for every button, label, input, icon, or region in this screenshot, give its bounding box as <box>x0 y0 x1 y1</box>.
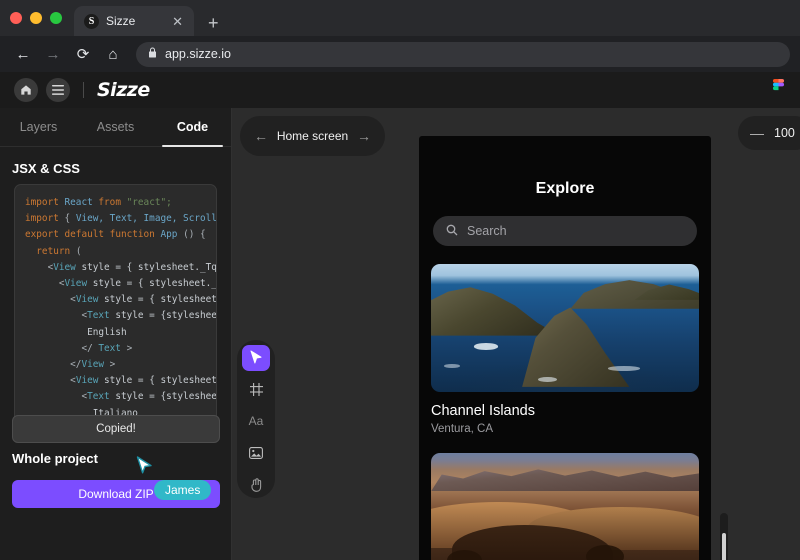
phone-preview[interactable]: Explore Search Channel Islands Ventura, … <box>419 136 711 560</box>
code-line: <View style = { stylesheet._Tq0_r <box>25 261 217 273</box>
code-line: <View style = { stylesheet._o8_ <box>25 375 217 387</box>
tab-title: Sizze <box>106 14 136 28</box>
minimize-window-button[interactable] <box>30 12 42 24</box>
current-screen-name: Home screen <box>276 129 349 143</box>
address-bar[interactable]: app.sizze.io <box>136 41 790 67</box>
island-photo <box>431 264 699 392</box>
tab-code[interactable]: Code <box>154 108 231 147</box>
window-controls <box>10 0 74 36</box>
collaborator-name-label: James <box>154 480 212 500</box>
tab-code-label: Code <box>176 120 209 134</box>
code-line: <View style = { stylesheet._8NT <box>25 278 217 290</box>
next-screen-button[interactable]: → <box>357 128 371 144</box>
tab-layers-label: Layers <box>19 120 58 134</box>
new-tab-button[interactable]: + <box>208 14 219 32</box>
tab-layers[interactable]: Layers <box>0 108 77 146</box>
code-line: <View style = { stylesheet._UN <box>25 294 217 306</box>
code-line: <Text style = {stylesheet. _zA <box>25 391 217 403</box>
header-divider <box>83 82 84 98</box>
code-line: import React from "react"; <box>25 197 172 208</box>
url-text: app.sizze.io <box>165 47 232 61</box>
preview-search-field[interactable]: Search <box>433 216 697 246</box>
browser-window: S Sizze ✕ + ← → ⟳ ⌂ app.sizze.io Sizze L… <box>0 0 800 560</box>
browser-tab[interactable]: S Sizze ✕ <box>74 6 194 36</box>
browser-tab-strip: S Sizze ✕ + <box>0 0 800 36</box>
design-canvas[interactable]: ← Home screen → — 100 Aa Explore Search … <box>232 108 800 560</box>
app-header: Sizze <box>0 72 800 108</box>
app-logo: Sizze <box>97 79 150 101</box>
panel-tabs: Layers Assets Code <box>0 108 231 147</box>
screen-navigator: ← Home screen → <box>240 116 385 156</box>
tab-assets-label: Assets <box>96 120 135 134</box>
desert-photo <box>431 453 699 560</box>
whole-project-label: Whole project <box>12 451 98 466</box>
hand-tool-icon[interactable] <box>242 472 270 498</box>
code-line: </View > <box>25 359 116 371</box>
code-line: </ Text > <box>25 342 133 354</box>
image-tool-icon[interactable] <box>242 440 270 466</box>
reload-button[interactable]: ⟳ <box>70 41 96 67</box>
cursor-arrow-icon <box>136 456 152 474</box>
list-item[interactable] <box>431 453 699 560</box>
maximize-window-button[interactable] <box>50 12 62 24</box>
tab-favicon: S <box>84 13 99 29</box>
home-button[interactable]: ⌂ <box>100 41 126 67</box>
code-line: English <box>25 326 127 338</box>
frame-tool-icon[interactable] <box>242 377 270 403</box>
close-window-button[interactable] <box>10 12 22 24</box>
panel-title: JSX & CSS <box>12 161 80 176</box>
code-line: return ( <box>25 245 82 257</box>
preview-title: Explore <box>535 180 595 197</box>
search-placeholder: Search <box>467 224 507 238</box>
tab-assets[interactable]: Assets <box>77 108 154 146</box>
tool-palette: Aa <box>237 340 275 498</box>
home-icon[interactable] <box>14 78 38 102</box>
code-block[interactable]: import React from "react"; import { View,… <box>14 184 217 429</box>
zoom-control: — 100 <box>738 116 800 150</box>
forward-button[interactable]: → <box>40 41 66 67</box>
code-line: export default function App () { <box>25 229 206 241</box>
text-tool-label: Aa <box>248 414 264 429</box>
prev-screen-button[interactable]: ← <box>254 128 268 144</box>
back-button[interactable]: ← <box>10 41 36 67</box>
close-tab-icon[interactable]: ✕ <box>170 15 185 28</box>
text-tool-icon[interactable]: Aa <box>242 409 270 435</box>
card-subtitle: Ventura, CA <box>431 423 494 435</box>
code-line: import { View, Text, Image, ScrollVie <box>25 213 217 225</box>
lock-icon <box>148 47 157 61</box>
list-item[interactable]: Channel Islands Ventura, CA <box>431 264 699 435</box>
zoom-out-button[interactable]: — <box>750 126 764 140</box>
cursor-tool-icon[interactable] <box>242 345 270 371</box>
figma-icon[interactable] <box>771 79 786 101</box>
collaborator-cursor: James <box>136 456 212 500</box>
browser-toolbar: ← → ⟳ ⌂ app.sizze.io <box>0 36 800 72</box>
search-icon <box>446 224 458 239</box>
card-title: Channel Islands <box>431 403 535 419</box>
zoom-level: 100 <box>774 126 795 140</box>
sizze-app: Sizze Layers Assets Code JSX & CSS impor… <box>0 72 800 560</box>
code-line: <Text style = {stylesheet. __C <box>25 310 217 322</box>
canvas-scrollbar[interactable] <box>720 513 728 560</box>
menu-icon[interactable] <box>46 78 70 102</box>
scrollbar-thumb[interactable] <box>722 533 726 560</box>
copy-code-button[interactable]: Copied! <box>12 415 220 443</box>
